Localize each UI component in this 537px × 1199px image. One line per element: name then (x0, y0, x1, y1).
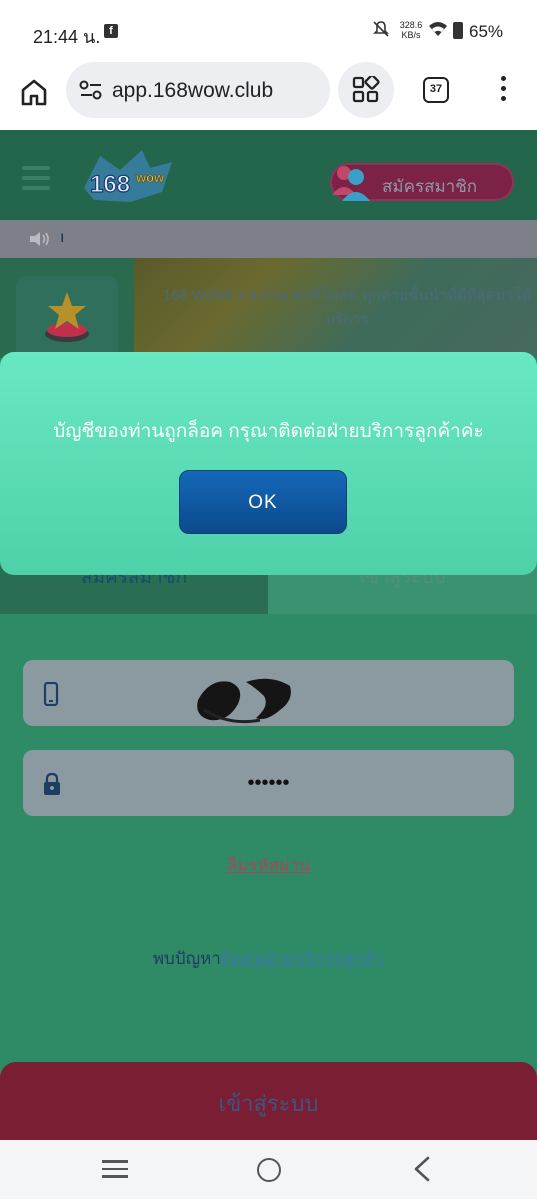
site-settings-icon[interactable] (79, 79, 103, 106)
apps-button[interactable] (338, 62, 394, 118)
hamburger-menu-icon[interactable] (22, 166, 50, 196)
announcement-text: ı (60, 229, 65, 246)
contact-support-link[interactable]: ติดต่อฝ่ายบริการลูกค้า (221, 949, 384, 968)
network-speed: 328.6 KB/s (399, 20, 423, 40)
promo-banner[interactable]: 168 WOW รวบรวม คาสิโนสด ทุกค่ายชั้นนำที่… (134, 258, 537, 358)
battery-icon (453, 22, 463, 39)
battery-percent: 65% (469, 22, 504, 41)
star-chip-icon (45, 292, 89, 342)
alert-dialog: บัญชีของท่านถูกล็อค กรุณาติดต่อฝ่ายบริกา… (0, 352, 537, 575)
forgot-password-link[interactable]: ลืมรหัสผ่าน (0, 852, 537, 879)
help-line: พบปัญหาติดต่อฝ่ายบริการลูกค้า (0, 945, 537, 972)
status-time: 21:44 น. (33, 27, 101, 47)
speaker-icon (28, 230, 52, 253)
redaction-scribble (197, 678, 291, 724)
mute-icon (372, 20, 390, 43)
promo-card[interactable] (16, 276, 118, 358)
phone-icon (43, 681, 59, 711)
register-button[interactable]: สมัครสมาชิก (330, 163, 514, 201)
facebook-notification-icon: f (104, 24, 118, 38)
apps-icon (352, 76, 380, 103)
members-icon (332, 166, 370, 201)
register-label: สมัครสมาชิก (382, 177, 478, 196)
tab-count-button[interactable]: 37 (423, 77, 449, 103)
system-nav-bar (0, 1140, 537, 1199)
home-icon[interactable] (18, 76, 50, 108)
password-field[interactable]: •••••• (23, 750, 514, 816)
home-circle-icon[interactable] (257, 1158, 281, 1182)
promo-banner-text: 168 WOW รวบรวม คาสิโนสด ทุกค่ายชั้นนำที่… (162, 287, 532, 328)
status-bar: 21:44 น. f 328.6 KB/s 65% (0, 0, 537, 60)
url-text: app.168wow.club (112, 79, 274, 102)
login-button-label: เข้าสู่ระบบ (218, 1091, 319, 1116)
svg-text:wow: wow (135, 170, 165, 185)
site-header: 168 wow สมัครสมาชิก (0, 130, 537, 220)
announcement-bar: ı (0, 220, 537, 258)
wifi-icon (428, 20, 448, 43)
login-button[interactable]: เข้าสู่ระบบ (0, 1062, 537, 1140)
address-bar[interactable]: app.168wow.club (66, 62, 330, 118)
alert-message: บัญชีของท่านถูกล็อค กรุณาติดต่อฝ่ายบริกา… (53, 421, 484, 442)
browser-toolbar: app.168wow.club 37 (0, 60, 537, 130)
password-value: •••••• (247, 772, 290, 794)
problem-text: พบปัญหา (152, 949, 221, 968)
ok-button[interactable]: OK (179, 470, 347, 534)
overflow-menu-icon[interactable] (498, 76, 508, 106)
svg-text:168: 168 (90, 171, 130, 198)
back-icon[interactable] (412, 1156, 432, 1187)
recents-icon[interactable] (102, 1160, 128, 1183)
site-logo[interactable]: 168 wow (80, 148, 176, 206)
promo-section: 168 WOW รวบรวม คาสิโนสด ทุกค่ายชั้นนำที่… (0, 258, 537, 358)
